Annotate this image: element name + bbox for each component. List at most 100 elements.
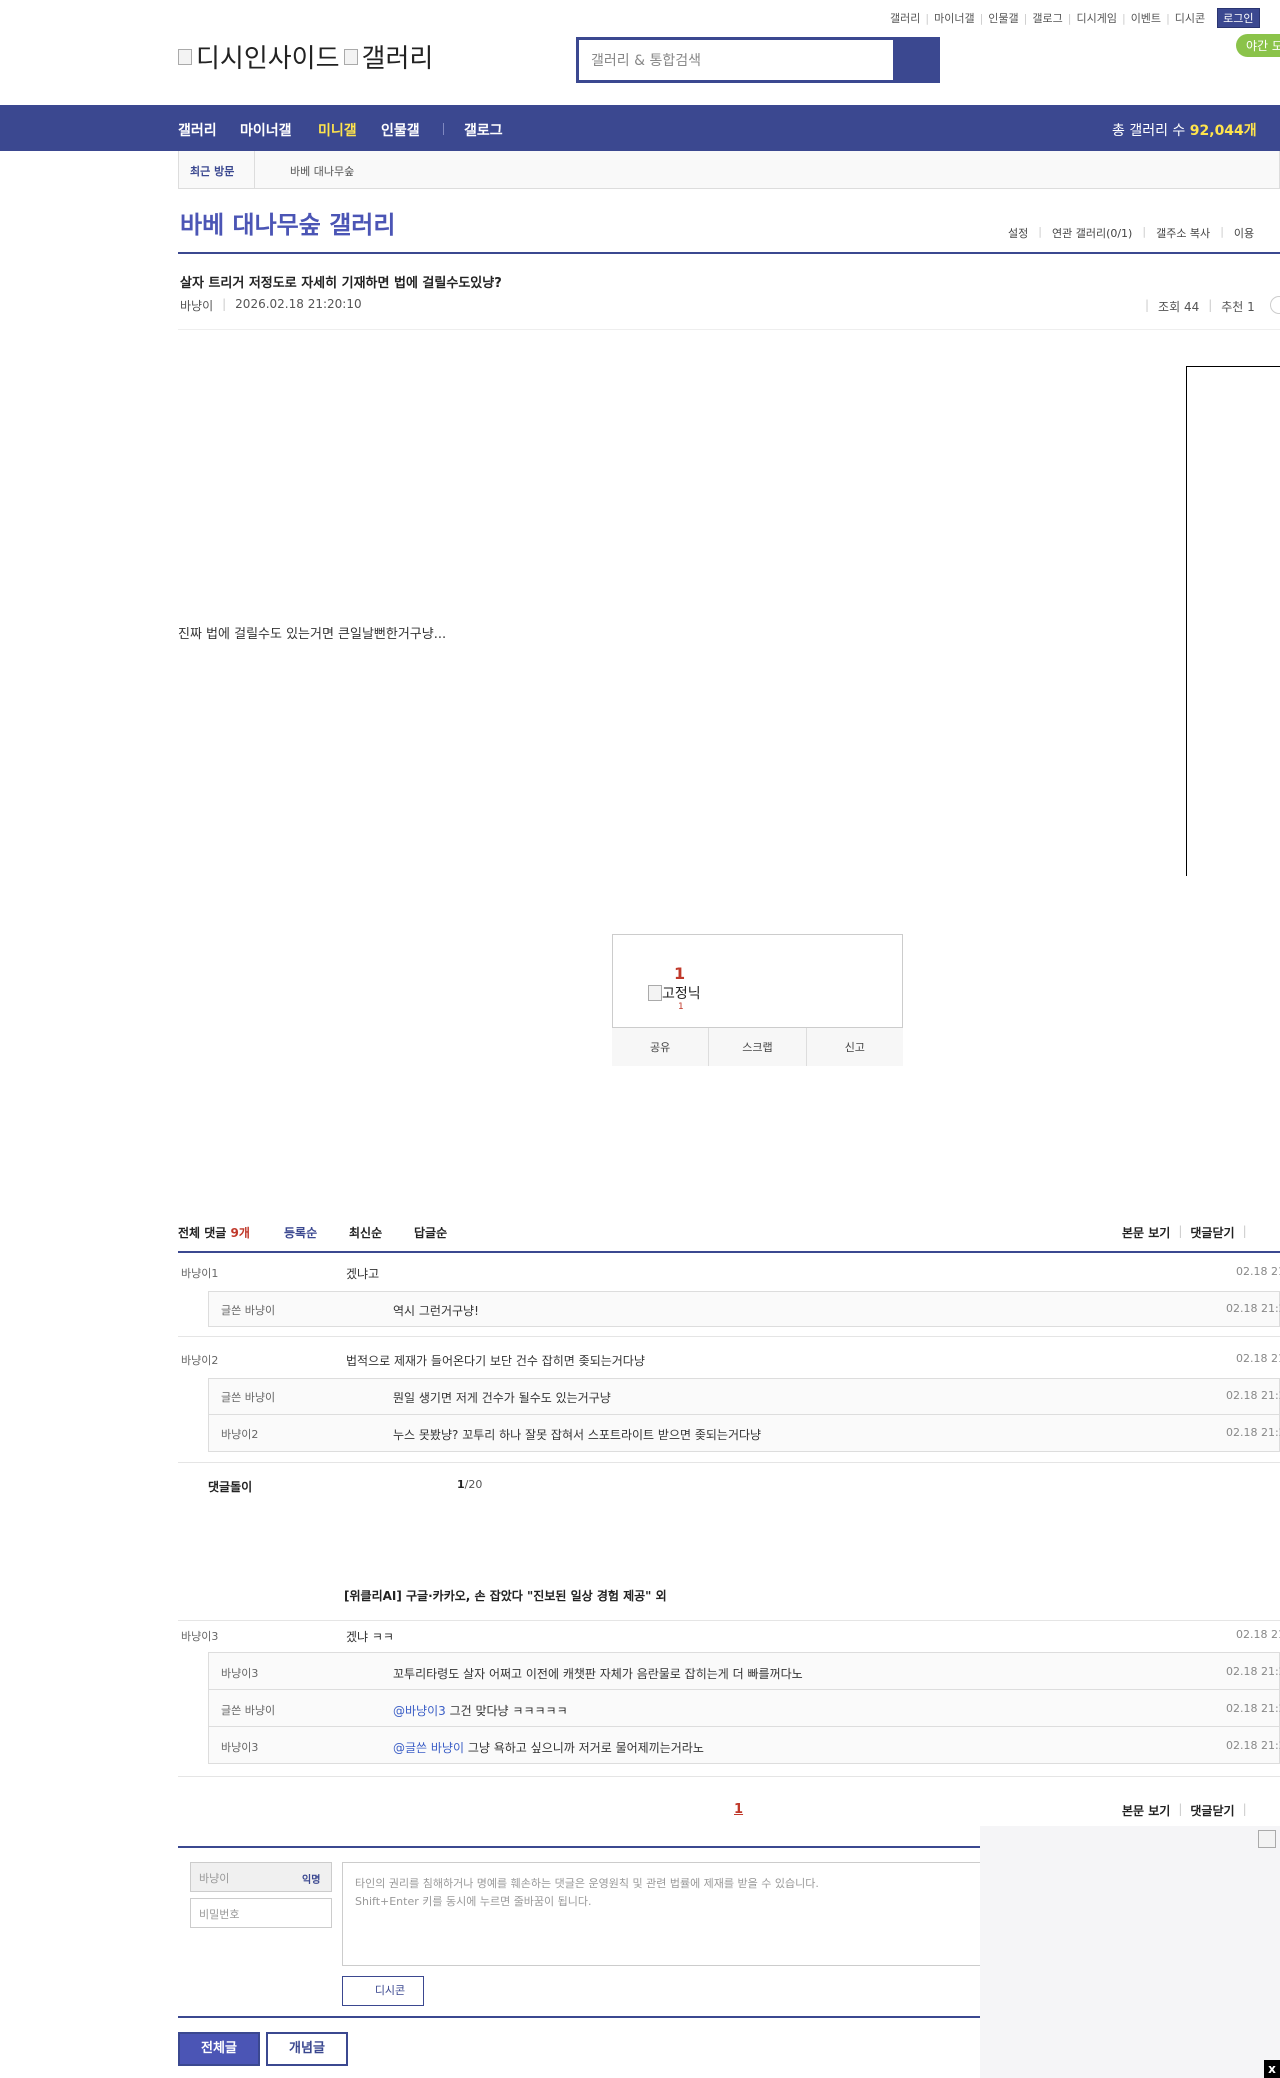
reply-text: 꼬투리타령도 살자 어쩌고 이전에 캐챗판 자체가 음란물로 잡히는게 더 빠를… (393, 1667, 803, 1681)
usage-link[interactable]: 이용 (1234, 225, 1254, 241)
comment-controls-bottom: 본문 보기 | 댓글닫기 | (1122, 1802, 1247, 1819)
gallery-title[interactable]: 바베 대나무숲 갤러리 (180, 205, 395, 240)
total-gallery-count: 총 갤러리 수 92,044개 (1112, 123, 1257, 139)
recent-visit-label[interactable]: 최근 방문 (190, 163, 234, 179)
recent-divider (254, 151, 255, 189)
nav-minor-gallery[interactable]: 마이너갤 (240, 120, 292, 140)
reply-nick[interactable]: 글쓴 바냥이 (221, 1702, 275, 1718)
logo[interactable]: 디시인사이드 갤러리 (178, 38, 433, 75)
top-link-gallery[interactable]: 갤러리 (890, 10, 920, 26)
gallery-settings-link[interactable]: 설정 (1008, 225, 1028, 241)
top-link-dccon[interactable]: 디시콘 (1175, 10, 1205, 26)
top-link-event[interactable]: 이벤트 (1131, 10, 1161, 26)
top-link-person[interactable]: 인물갤 (988, 10, 1018, 26)
post-header-divider (178, 329, 1280, 330)
nav-divider (443, 123, 444, 135)
post-body: 진짜 법에 걸릴수도 있는거면 큰일날뻔한거구냥... (178, 627, 447, 642)
close-ad-icon[interactable]: x (1264, 2060, 1280, 2078)
comment-bot-label[interactable]: 댓글돌이 (208, 1478, 252, 1495)
write-bottom-divider (178, 2016, 980, 2018)
reply-divider (208, 1726, 1280, 1727)
scrap-button[interactable]: 스크랩 (709, 1028, 807, 1066)
comment-text: 겠냐고 (346, 1267, 380, 1281)
logo-text-gallery: 갤러리 (361, 44, 434, 74)
search-button[interactable] (893, 40, 937, 80)
nav-mini-gallery[interactable]: 미니갤 (318, 120, 357, 140)
reply-date: 02.18 21:2 (1226, 1302, 1280, 1315)
reply-nick[interactable]: 글쓴 바냥이 (221, 1302, 275, 1318)
mention-link[interactable]: @바냥이3 (393, 1704, 446, 1718)
anonymous-toggle[interactable]: 익명 (302, 1871, 320, 1886)
ad-panel (980, 1826, 1280, 2078)
post-author[interactable]: 바냥이 (180, 297, 213, 314)
reply-date: 02.18 21:2 (1226, 1426, 1280, 1439)
related-gallery-link[interactable]: 연관 갤러리(0/1) (1052, 225, 1132, 241)
search-bar: 갤러리 & 통합검색 (576, 37, 940, 83)
top-link-gallog[interactable]: 갤로그 (1032, 10, 1062, 26)
nav-gallog[interactable]: 갤로그 (464, 120, 503, 140)
comment-page-1[interactable]: 1 (734, 1802, 743, 1817)
broken-image-icon (1258, 1830, 1276, 1848)
top-link-minor[interactable]: 마이너갤 (934, 10, 974, 26)
reply-divider (208, 1689, 1280, 1690)
reply-text: 누스 못봤냥? 꼬투리 하나 잘못 잡혀서 스포트라이트 받으면 좆되는거다냥 (393, 1428, 762, 1442)
post-stats: | 조회 44 | 추천 1 (1145, 298, 1255, 314)
reply-text: @글쓴 바냥이 그냥 욕하고 싶으니까 저거로 물어제끼는거라노 (393, 1741, 704, 1755)
recent-visit-item[interactable]: 바베 대나무숲 (290, 163, 354, 179)
best-posts-button[interactable]: 개념글 (266, 2032, 348, 2066)
recommend-count: 1 (674, 964, 686, 983)
sort-registered[interactable]: 등록순 (284, 1224, 317, 1241)
gallery-divider (178, 252, 1280, 254)
reply-nick[interactable]: 글쓴 바냥이 (221, 1389, 275, 1405)
report-button[interactable]: 신고 (807, 1028, 903, 1066)
view-body-link[interactable]: 본문 보기 (1122, 1802, 1170, 1819)
comment-text: 법적으로 제재가 들어온다기 보단 건수 잡히면 좆되는거다냥 (346, 1354, 645, 1368)
top-links: 갤러리 | 마이너갤 | 인물갤 | 갤로그 | 디시게임 | 이벤트 | 디시콘 로그인 (890, 8, 1260, 28)
row-divider (178, 1462, 1280, 1463)
row-divider (178, 1336, 1280, 1337)
post-action-buttons: 공유 스크랩 신고 (612, 1027, 903, 1066)
nav-gallery[interactable]: 갤러리 (178, 120, 217, 140)
gallery-menu: 설정 | 연관 갤러리(0/1) | 갤주소 복사 | 이용 (1008, 225, 1255, 241)
comment-textarea[interactable]: 타인의 권리를 침해하거나 명예를 훼손하는 댓글은 운영원칙 및 관련 법률에… (342, 1862, 982, 1966)
comment-date: 02.18 21 (1236, 1628, 1280, 1641)
reply-row (208, 1291, 1280, 1327)
reply-text: @바냥이3 그건 맞다냥 ㅋㅋㅋㅋㅋ (393, 1704, 568, 1718)
comment-nick[interactable]: 바냥이1 (181, 1265, 218, 1281)
reply-nick[interactable]: 바냥이3 (221, 1665, 258, 1681)
dccon-button[interactable]: 디시콘 (342, 1976, 424, 2006)
comment-controls: 본문 보기 | 댓글닫기 | (1122, 1224, 1247, 1241)
all-posts-button[interactable]: 전체글 (178, 2032, 260, 2066)
close-comments-link[interactable]: 댓글닫기 (1190, 1224, 1234, 1241)
broken-image-icon (178, 48, 192, 65)
post-recommend: 추천 1 (1221, 300, 1255, 314)
comment-total: 전체 댓글 9개 (178, 1226, 250, 1240)
login-button[interactable]: 로그인 (1217, 8, 1260, 28)
share-button[interactable]: 공유 (612, 1028, 710, 1066)
close-comments-link[interactable]: 댓글닫기 (1190, 1802, 1234, 1819)
top-link-game[interactable]: 디시게임 (1076, 10, 1116, 26)
post-title: 살자 트리거 저정도로 자세히 기재하면 법에 걸릴수도있냥? (180, 276, 502, 291)
logo-text-dcinside: 디시인사이드 (196, 44, 340, 74)
sort-latest[interactable]: 최신순 (349, 1224, 382, 1241)
comment-text: 겠냐 ㅋㅋ (346, 1630, 394, 1644)
fixed-nick-count: 1 (678, 1002, 684, 1012)
password-input[interactable]: 비밀번호 (190, 1898, 332, 1928)
news-headline-link[interactable]: [위클리AI] 구글·카카오, 손 잡았다 "진보된 일상 경험 제공" 외 (344, 1587, 667, 1604)
search-input[interactable]: 갤러리 & 통합검색 (578, 39, 894, 81)
reply-date: 02.18 21:2 (1226, 1702, 1280, 1715)
copy-address-link[interactable]: 갤주소 복사 (1156, 225, 1210, 241)
sort-replies[interactable]: 답글순 (414, 1224, 447, 1241)
reply-text: 역시 그런거구냥! (393, 1304, 479, 1318)
reply-nick[interactable]: 바냥이2 (221, 1426, 258, 1442)
comment-nick[interactable]: 바냥이3 (181, 1628, 218, 1644)
reply-nick[interactable]: 바냥이3 (221, 1739, 258, 1755)
night-mode-button[interactable]: 야간 모 (1236, 34, 1280, 57)
fixed-nick-recommend-button[interactable]: 고정닉 (648, 983, 701, 1003)
comment-divider (178, 1251, 1280, 1253)
view-body-link[interactable]: 본문 보기 (1122, 1224, 1170, 1241)
more-options-icon[interactable] (1270, 296, 1280, 314)
nav-person-gallery[interactable]: 인물갤 (381, 120, 420, 140)
mention-link[interactable]: @글쓴 바냥이 (393, 1741, 464, 1755)
comment-nick[interactable]: 바냥이2 (181, 1352, 218, 1368)
